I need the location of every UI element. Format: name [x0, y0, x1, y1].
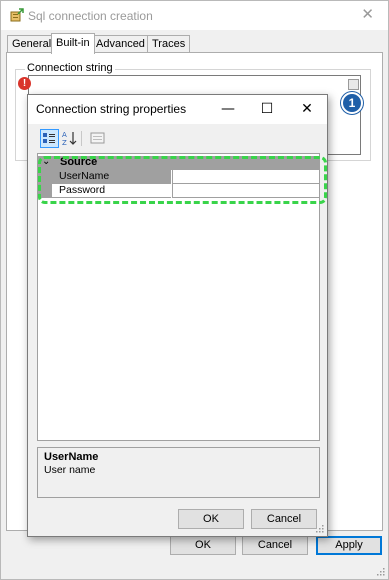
dialog-title-bar: Connection string properties — ☐ ✕ [28, 95, 327, 124]
outer-close-button[interactable]: ✕ [361, 5, 374, 23]
categorized-icon[interactable] [40, 129, 59, 148]
property-pages-icon[interactable] [88, 129, 107, 148]
highlight-annotation [38, 156, 327, 204]
description-text: User name [44, 464, 96, 476]
toolbar-separator [81, 131, 82, 146]
svg-text:Z: Z [62, 139, 67, 147]
dialog-title: Connection string properties [36, 102, 187, 116]
outer-title-bar: Sql connection creation ✕ [1, 1, 388, 30]
dialog-cancel-button[interactable]: Cancel [251, 509, 317, 529]
connection-string-edit-button[interactable] [348, 79, 359, 90]
connection-string-properties-dialog: Connection string properties — ☐ ✕ A Z ⌄… [27, 94, 328, 537]
dialog-ok-button[interactable]: OK [178, 509, 244, 529]
description-title: UserName [44, 451, 99, 463]
dialog-close-button[interactable]: ✕ [292, 98, 322, 120]
outer-ok-button[interactable]: OK [170, 536, 236, 555]
error-icon: ! [18, 77, 31, 90]
outer-apply-button[interactable]: Apply [316, 536, 382, 555]
svg-text:A: A [62, 131, 67, 139]
outer-cancel-button[interactable]: Cancel [242, 536, 308, 555]
dialog-resize-grip-icon[interactable] [314, 523, 324, 533]
alphabetical-icon[interactable]: A Z [60, 129, 79, 148]
tab-general[interactable]: General [7, 35, 57, 53]
tab-traces[interactable]: Traces [147, 35, 191, 53]
connection-string-label: Connection string [25, 62, 115, 74]
maximize-button[interactable]: ☐ [252, 98, 282, 120]
minimize-button[interactable]: — [213, 98, 243, 120]
description-panel: UserName User name [37, 447, 320, 498]
step-callout-badge: 1 [341, 92, 363, 114]
resize-grip-icon[interactable] [375, 566, 385, 576]
database-plug-icon [10, 8, 24, 22]
outer-window-title: Sql connection creation [28, 9, 153, 23]
tab-advanced[interactable]: Advanced [91, 35, 150, 53]
tab-built-in[interactable]: Built-in [51, 33, 95, 54]
